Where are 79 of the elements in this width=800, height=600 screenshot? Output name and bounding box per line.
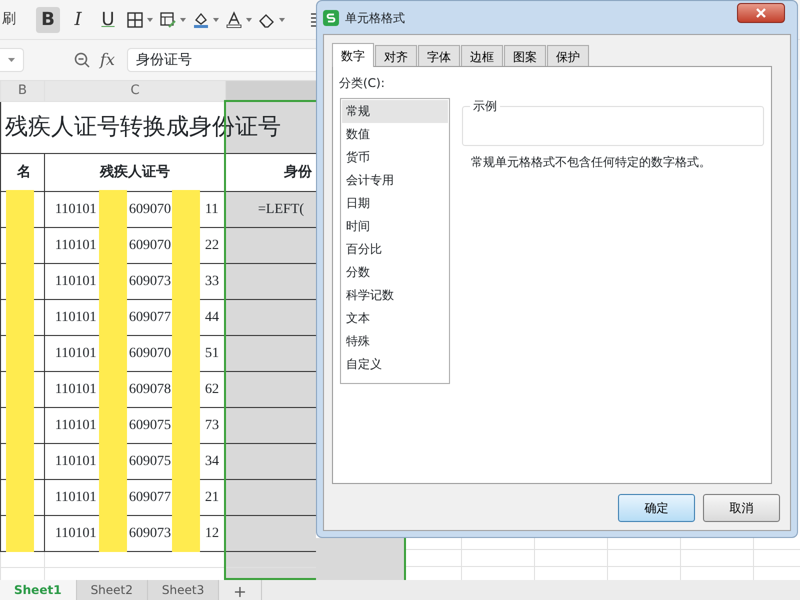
id-number-part: 62 [205,380,219,398]
dialog-tab[interactable]: 保护 [547,45,589,67]
caret-icon[interactable] [180,18,186,22]
id-number-part: 34 [205,452,219,470]
category-item[interactable]: 分数 [342,261,448,284]
dialog-tab[interactable]: 数字 [332,43,374,67]
category-item[interactable]: 货币 [342,146,448,169]
dialog-tab[interactable]: 字体 [418,45,460,67]
id-number-part: 110101 [55,272,98,290]
category-item[interactable]: 时间 [342,215,448,238]
ok-button[interactable]: 确定 [618,494,695,522]
id-number-part: 110101 [55,308,98,326]
id-number-part: 609077 [129,488,172,506]
caret-icon[interactable] [147,18,153,22]
category-item[interactable]: 科学记数 [342,284,448,307]
id-number-part: 21 [205,488,219,506]
format-description: 常规单元格格式不包含任何特定的数字格式。 [471,154,711,171]
category-item[interactable]: 自定义 [342,353,448,376]
id-number-part: 609070 [129,200,172,218]
id-number-part: 110101 [55,488,98,506]
caret-icon[interactable] [213,18,219,22]
category-item[interactable]: 会计专用 [342,169,448,192]
category-label: 分类(C): [339,75,385,92]
column-header[interactable]: C [44,80,226,101]
id-number-part: 609077 [129,308,172,326]
id-number-part: 73 [205,416,219,434]
id-number-part: 110101 [55,200,98,218]
category-item[interactable]: 日期 [342,192,448,215]
id-number-part: 110101 [55,452,98,470]
id-number-part: 609073 [129,524,172,542]
id-number-part: 110101 [55,236,98,254]
id-number-part: 11 [205,200,218,218]
formula-cell[interactable]: =LEFT( [226,191,316,227]
caret-icon[interactable] [279,18,285,22]
sheet-tab[interactable]: Sheet2 [76,580,148,600]
cancel-button[interactable]: 取消 [703,494,780,522]
fill-icon[interactable] [192,10,210,28]
id-number-part: 110101 [55,344,98,362]
id-number-part: 110101 [55,524,98,542]
id-number-part: 12 [205,524,219,542]
id-number-part: 609070 [129,236,172,254]
format-painter-label[interactable]: 刷 [2,9,26,30]
borders-icon[interactable] [126,10,144,28]
id-number-part: 22 [205,236,219,254]
category-item[interactable]: 常规 [342,100,448,123]
cell-style-icon[interactable] [159,10,177,28]
bold-button[interactable]: B [36,6,60,32]
underline-button[interactable]: U [96,6,120,32]
name-box-dropdown[interactable] [0,48,24,72]
font-color-icon[interactable] [225,10,243,28]
dialog-title: 单元格格式 [345,10,405,27]
italic-button[interactable]: I [66,6,90,32]
category-item[interactable]: 数值 [342,123,448,146]
category-item[interactable]: 特殊 [342,330,448,353]
id-number-part: 609070 [129,344,172,362]
id-number-part: 609075 [129,452,172,470]
dialog-tab[interactable]: 对齐 [375,45,417,67]
app-logo-icon [323,10,339,26]
id-number-part: 609075 [129,416,172,434]
add-sheet-button[interactable]: + [219,580,262,600]
close-button[interactable] [737,3,785,23]
category-item[interactable]: 文本 [342,307,448,330]
caret-icon[interactable] [246,18,252,22]
id-number-part: 609078 [129,380,172,398]
dialog-tab[interactable]: 图案 [504,45,546,67]
id-number-part: 44 [205,308,219,326]
fx-label[interactable]: fx [100,48,115,72]
id-number-part: 609073 [129,272,172,290]
id-number-part: 110101 [55,416,98,434]
id-number-part: 110101 [55,380,98,398]
column-header[interactable]: B [0,80,44,101]
sheet-tab[interactable]: Sheet3 [148,580,220,600]
caret-icon [8,58,15,62]
id-number-part: 51 [205,344,219,362]
category-item[interactable]: 百分比 [342,238,448,261]
id-number-part: 33 [205,272,219,290]
dialog-tab[interactable]: 边框 [461,45,503,67]
close-icon [756,8,766,18]
zoom-icon[interactable] [74,52,90,68]
